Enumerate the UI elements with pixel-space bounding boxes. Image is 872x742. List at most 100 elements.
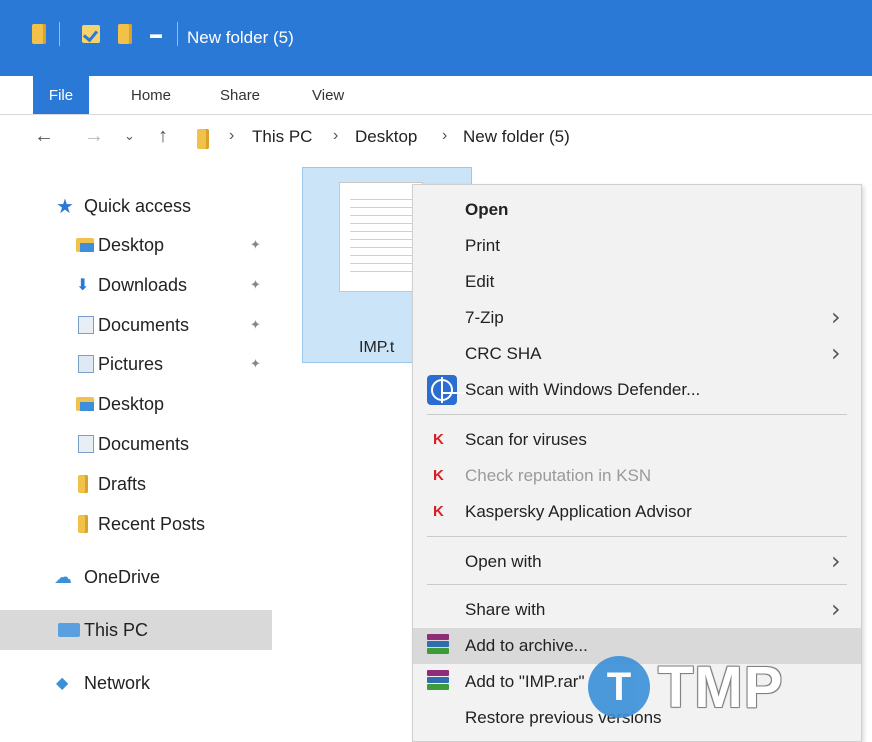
kaspersky-icon: K bbox=[433, 467, 444, 484]
nav-item-documents-2[interactable]: Documents bbox=[0, 425, 272, 463]
menu-item-scan-defender[interactable]: Scan with Windows Defender... bbox=[413, 372, 861, 408]
star-icon: ★ bbox=[56, 195, 74, 218]
up-arrow-icon[interactable]: ↑ bbox=[158, 125, 168, 148]
tab-file[interactable]: File bbox=[33, 76, 89, 114]
menu-separator bbox=[427, 414, 847, 415]
menu-label: Kaspersky Application Advisor bbox=[465, 502, 692, 521]
nav-item-desktop[interactable]: Desktop ✦ bbox=[0, 226, 272, 264]
submenu-arrow-icon: › bbox=[831, 547, 841, 575]
nav-label: OneDrive bbox=[84, 566, 161, 587]
menu-item-scan-viruses[interactable]: K Scan for viruses bbox=[413, 422, 861, 458]
menu-item-open-with[interactable]: Open with › bbox=[413, 544, 861, 580]
windows-defender-icon bbox=[427, 375, 469, 405]
nav-label: Quick access bbox=[84, 195, 192, 216]
separator bbox=[176, 22, 178, 46]
breadcrumb-chevron-icon[interactable]: › bbox=[229, 127, 234, 145]
breadcrumb-new-folder[interactable]: New folder (5) bbox=[463, 127, 570, 147]
new-folder-icon[interactable] bbox=[116, 22, 134, 46]
nav-label: Documents bbox=[98, 314, 190, 335]
nav-item-documents[interactable]: Documents ✦ bbox=[0, 306, 272, 344]
nav-label: Network bbox=[84, 672, 151, 693]
tab-view[interactable]: View bbox=[312, 76, 344, 114]
desktop-folder-icon bbox=[76, 238, 94, 252]
recent-locations-chevron-icon[interactable]: ⌄ bbox=[124, 128, 135, 144]
nav-label: Desktop bbox=[98, 393, 165, 414]
menu-label: Add to archive... bbox=[465, 636, 588, 655]
nav-onedrive[interactable]: ☁ OneDrive bbox=[0, 558, 272, 596]
breadcrumb-desktop[interactable]: Desktop bbox=[355, 127, 417, 147]
nav-item-downloads[interactable]: ⬇ Downloads ✦ bbox=[0, 266, 272, 304]
nav-label: Drafts bbox=[98, 473, 147, 494]
menu-item-kaspersky-advisor[interactable]: K Kaspersky Application Advisor bbox=[413, 494, 861, 530]
forward-arrow-icon[interactable]: → bbox=[84, 125, 104, 148]
kaspersky-icon: K bbox=[433, 431, 444, 448]
menu-item-share-with[interactable]: Share with › bbox=[413, 592, 861, 628]
nav-label: Recent Posts bbox=[98, 513, 206, 534]
nav-item-recent-posts[interactable]: Recent Posts bbox=[0, 505, 272, 543]
breadcrumb-this-pc[interactable]: This PC bbox=[252, 127, 312, 147]
menu-label: Check reputation in KSN bbox=[465, 466, 652, 485]
title-bar: ▬ bbox=[0, 0, 872, 76]
back-arrow-icon[interactable]: ← bbox=[34, 125, 54, 148]
menu-item-7zip[interactable]: 7-Zip › bbox=[413, 300, 861, 336]
menu-item-print[interactable]: Print bbox=[413, 228, 861, 264]
downloads-folder-icon: ⬇ bbox=[76, 277, 90, 294]
nav-label: Desktop bbox=[98, 234, 165, 255]
breadcrumb-chevron-icon[interactable]: › bbox=[442, 127, 447, 145]
winrar-icon bbox=[427, 670, 449, 694]
menu-label: 7-Zip bbox=[465, 308, 504, 327]
menu-label: Share with bbox=[465, 600, 546, 619]
breadcrumb-chevron-icon[interactable]: › bbox=[333, 127, 338, 145]
menu-separator bbox=[427, 536, 847, 537]
window-title: New folder (5) bbox=[187, 28, 294, 47]
nav-label: Pictures bbox=[98, 353, 164, 374]
nav-item-pictures[interactable]: Pictures ✦ bbox=[0, 345, 272, 383]
menu-item-edit[interactable]: Edit bbox=[413, 264, 861, 300]
pin-icon[interactable]: ✦ bbox=[250, 317, 261, 333]
menu-label: CRC SHA bbox=[465, 344, 542, 363]
nav-this-pc[interactable]: This PC bbox=[0, 610, 272, 650]
documents-folder-icon bbox=[78, 435, 94, 453]
tab-share[interactable]: Share bbox=[220, 76, 260, 114]
cloud-icon: ☁ bbox=[54, 566, 72, 587]
nav-item-drafts[interactable]: Drafts bbox=[0, 465, 272, 503]
network-icon: ◆ bbox=[56, 675, 69, 692]
pin-icon[interactable]: ✦ bbox=[250, 356, 261, 372]
kaspersky-icon: K bbox=[433, 503, 444, 520]
menu-item-crc-sha[interactable]: CRC SHA › bbox=[413, 336, 861, 372]
watermark-text: TMP bbox=[658, 655, 784, 720]
documents-folder-icon bbox=[78, 316, 94, 334]
pictures-folder-icon bbox=[78, 355, 94, 373]
menu-item-check-reputation: K Check reputation in KSN bbox=[413, 458, 861, 494]
submenu-arrow-icon: › bbox=[831, 595, 841, 623]
menu-label: Print bbox=[465, 236, 500, 255]
tab-home[interactable]: Home bbox=[131, 76, 171, 114]
properties-check-icon[interactable] bbox=[80, 22, 102, 46]
watermark-circle-icon: T bbox=[588, 656, 650, 718]
menu-label: Add to "IMP.rar" bbox=[465, 672, 585, 691]
menu-label: Scan for viruses bbox=[465, 430, 587, 449]
menu-label: Scan with Windows Defender... bbox=[465, 380, 701, 399]
submenu-arrow-icon: › bbox=[831, 303, 841, 331]
nav-item-desktop-2[interactable]: Desktop bbox=[0, 385, 272, 423]
nav-quick-access[interactable]: ★ Quick access bbox=[0, 187, 272, 225]
nav-label: This PC bbox=[84, 619, 149, 640]
nav-network[interactable]: ◆ Network bbox=[0, 664, 272, 702]
nav-label: Documents bbox=[98, 433, 190, 454]
watermark-logo: T TMP bbox=[588, 648, 838, 730]
folder-icon bbox=[197, 129, 209, 149]
folder-icon bbox=[30, 22, 48, 46]
menu-separator bbox=[427, 584, 847, 585]
pin-icon[interactable]: ✦ bbox=[250, 277, 261, 293]
pin-icon[interactable]: ✦ bbox=[250, 237, 261, 253]
text-file-icon bbox=[339, 182, 423, 292]
menu-label: Edit bbox=[465, 272, 495, 291]
customize-toolbar-icon[interactable]: ▬ bbox=[148, 22, 164, 46]
nav-label: Downloads bbox=[98, 274, 188, 295]
menu-label: Open with bbox=[465, 552, 542, 571]
menu-item-open[interactable]: Open bbox=[413, 192, 861, 228]
address-bar: ← → ⌄ ↑ › This PC › Desktop › New folder… bbox=[0, 115, 872, 163]
computer-icon bbox=[58, 623, 80, 637]
submenu-arrow-icon: › bbox=[831, 339, 841, 367]
menu-label: Open bbox=[465, 200, 509, 219]
